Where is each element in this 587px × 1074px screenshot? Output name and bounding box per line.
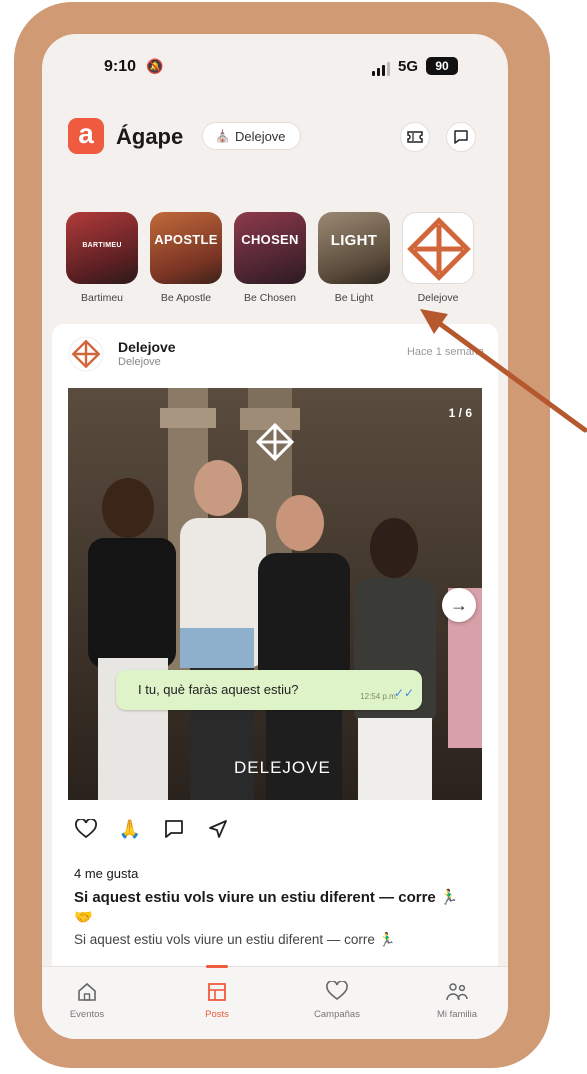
annotation-arrow <box>420 309 587 433</box>
